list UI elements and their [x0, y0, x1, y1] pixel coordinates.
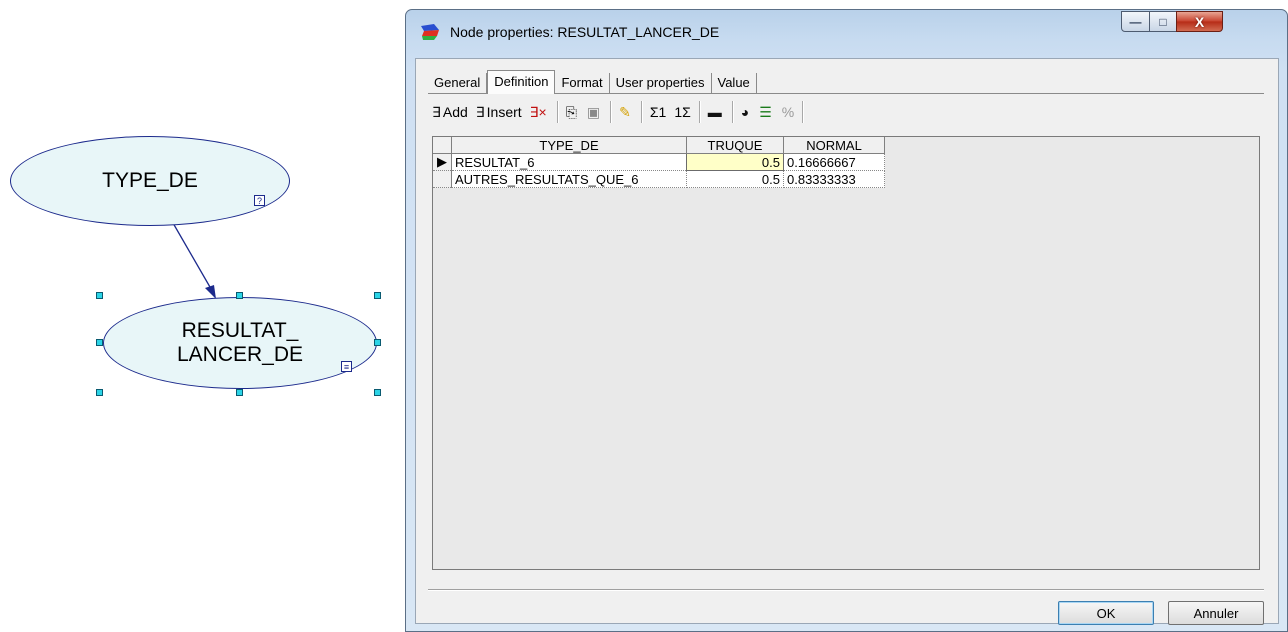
row-label[interactable]: AUTRES_RESULTATS_QUE_6	[451, 170, 687, 188]
toolbar-separator	[731, 101, 733, 123]
tab-user-properties[interactable]: User properties	[609, 73, 712, 93]
title-bar[interactable]: Node properties: RESULTAT_LANCER_DE — □ …	[406, 10, 1287, 58]
maximize-button[interactable]: □	[1149, 11, 1177, 32]
probability-table: TYPE_DE TRUQUE NORMAL ▶ RESULTAT_6 0.5 0…	[433, 137, 885, 188]
minimize-button[interactable]: —	[1121, 11, 1150, 32]
tab-format[interactable]: Format	[555, 73, 610, 93]
tab-general[interactable]: General	[428, 73, 488, 93]
node-resultat-lancer-de[interactable]: RESULTAT_ LANCER_DE ≡	[103, 297, 377, 389]
scale-icon: ▬	[707, 104, 722, 120]
column-header[interactable]: TYPE_DE	[451, 137, 687, 154]
column-header[interactable]: TRUQUE	[686, 137, 784, 154]
percent-button[interactable]: %	[778, 100, 798, 124]
toolbar-separator	[556, 101, 558, 123]
ok-button[interactable]: OK	[1058, 601, 1154, 625]
dialog-client-area: General Definition Format User propertie…	[415, 58, 1279, 625]
node-label-line1: RESULTAT_	[181, 319, 299, 342]
pie-chart-button[interactable]: ◕	[737, 100, 755, 124]
paste-icon: ▣	[586, 103, 601, 120]
definition-panel: ∃ Add ∃ Insert ∃× ⎘ ▣ ✎ Σ1 1Σ ▬ ◕ ☰ % TY…	[428, 93, 1264, 582]
minimize-icon: —	[1129, 14, 1142, 29]
app-logo-icon	[421, 24, 439, 40]
add-label: Add	[442, 104, 468, 120]
normalize-button[interactable]: Σ1	[646, 100, 670, 124]
resize-handle-sw[interactable]	[96, 389, 103, 396]
cell-truque[interactable]: 0.5	[686, 153, 784, 171]
close-icon: X	[1194, 13, 1205, 30]
resize-handle-s[interactable]	[236, 389, 243, 396]
node-type-de[interactable]: TYPE_DE ?	[10, 136, 290, 226]
tab-value[interactable]: Value	[711, 73, 757, 93]
add-button[interactable]: ∃ Add	[428, 100, 472, 124]
resize-handle-nw[interactable]	[96, 292, 103, 299]
row-label[interactable]: RESULTAT_6	[451, 153, 687, 171]
table-row: AUTRES_RESULTATS_QUE_6 0.5 0.83333333	[433, 170, 885, 188]
wizard-button[interactable]: ✎	[615, 100, 637, 124]
paste-button[interactable]: ▣	[583, 100, 606, 124]
resize-handle-n[interactable]	[236, 292, 243, 299]
delete-state-icon: ∃×	[529, 103, 547, 120]
chance-node-icon: ?	[254, 195, 265, 206]
row-pointer-icon[interactable]: ▶	[433, 153, 452, 171]
node-label-block: RESULTAT_ LANCER_DE	[177, 319, 303, 367]
resize-handle-se[interactable]	[374, 389, 381, 396]
toolbar-separator	[640, 101, 642, 123]
row-selector[interactable]	[433, 170, 452, 188]
cell-normal[interactable]: 0.16666667	[783, 153, 885, 171]
network-canvas[interactable]: TYPE_DE ? RESULTAT_ LANCER_DE ≡	[0, 0, 410, 632]
copy-icon: ⎘	[565, 103, 577, 120]
cell-normal[interactable]: 0.83333333	[783, 170, 885, 188]
dialog-title: Node properties: RESULTAT_LANCER_DE	[450, 24, 720, 40]
toolbar-separator	[698, 101, 700, 123]
table-header-row: TYPE_DE TRUQUE NORMAL	[433, 137, 885, 154]
resize-handle-ne[interactable]	[374, 292, 381, 299]
close-button[interactable]: X	[1176, 11, 1223, 32]
scale-button[interactable]: ▬	[704, 100, 728, 124]
insert-state-icon: ∃	[475, 103, 485, 120]
column-header[interactable]: NORMAL	[783, 137, 885, 154]
complement-button[interactable]: 1Σ	[670, 100, 694, 124]
pie-chart-icon: ◕	[740, 104, 750, 120]
delete-button[interactable]: ∃×	[526, 100, 553, 124]
resize-handle-e[interactable]	[374, 339, 381, 346]
bar-chart-icon: ☰	[759, 103, 772, 120]
one-sum-icon: 1Σ	[674, 104, 691, 120]
cell-truque[interactable]: 0.5	[686, 170, 784, 188]
toolbar-separator	[610, 101, 612, 123]
copy-button[interactable]: ⎘	[562, 100, 583, 124]
cancel-button[interactable]: Annuler	[1168, 601, 1264, 625]
cpt-grid-area[interactable]: TYPE_DE TRUQUE NORMAL ▶ RESULTAT_6 0.5 0…	[432, 136, 1260, 570]
node-label-line2: LANCER_DE	[176, 343, 304, 366]
footer-divider	[428, 589, 1264, 590]
resize-handle-w[interactable]	[96, 339, 103, 346]
tab-definition[interactable]: Definition	[487, 70, 556, 94]
percent-icon: %	[781, 104, 795, 120]
wizard-icon: ✎	[619, 103, 631, 120]
bar-chart-button[interactable]: ☰	[755, 100, 778, 124]
add-state-icon: ∃	[432, 103, 441, 120]
row-selector-header	[433, 137, 452, 154]
insert-button[interactable]: ∃ Insert	[472, 100, 526, 124]
node-label: TYPE_DE	[102, 169, 198, 192]
sum-one-icon: Σ1	[649, 104, 667, 120]
toolbar-separator	[802, 101, 804, 123]
maximize-icon: □	[1159, 14, 1167, 29]
node-properties-dialog: Node properties: RESULTAT_LANCER_DE — □ …	[405, 9, 1288, 632]
table-node-icon: ≡	[341, 361, 352, 372]
tab-strip: General Definition Format User propertie…	[428, 69, 757, 94]
table-row: ▶ RESULTAT_6 0.5 0.16666667	[433, 153, 885, 171]
definition-toolbar: ∃ Add ∃ Insert ∃× ⎘ ▣ ✎ Σ1 1Σ ▬ ◕ ☰ %	[428, 99, 807, 125]
insert-label: Insert	[486, 104, 522, 120]
